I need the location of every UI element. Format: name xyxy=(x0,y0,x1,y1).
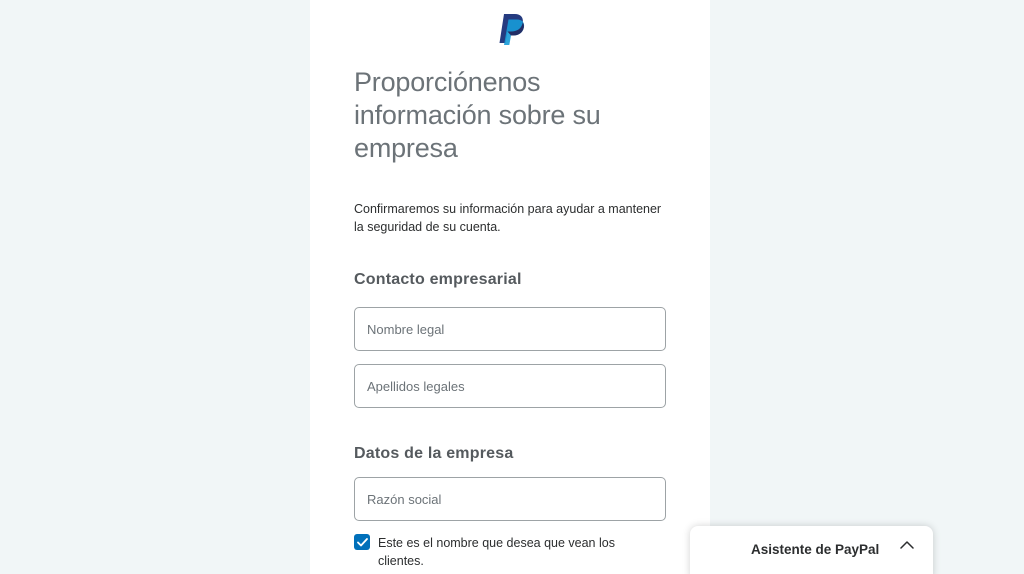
company-section-title: Datos de la empresa xyxy=(354,445,514,462)
page: Proporciónenos información sobre su empr… xyxy=(0,0,1024,574)
display-name-checkbox-label: Este es el nombre que desea que vean los… xyxy=(378,536,615,568)
display-name-checkbox[interactable] xyxy=(354,534,370,550)
page-subtitle: Confirmaremos su información para ayudar… xyxy=(354,202,662,234)
form-card: Proporciónenos información sobre su empr… xyxy=(310,0,710,574)
assistant-label: Asistente de PayPal xyxy=(751,542,880,557)
legal-last-name-input[interactable] xyxy=(354,364,666,408)
paypal-assistant-widget[interactable]: Asistente de PayPal xyxy=(690,526,933,574)
page-title: Proporciónenos información sobre su empr… xyxy=(354,67,601,163)
contact-section-title: Contacto empresarial xyxy=(354,271,522,288)
legal-first-name-input[interactable] xyxy=(354,307,666,351)
paypal-logo-icon xyxy=(499,14,525,45)
chevron-up-icon[interactable] xyxy=(900,540,914,550)
checkmark-icon xyxy=(356,537,368,546)
business-name-input[interactable] xyxy=(354,477,666,521)
